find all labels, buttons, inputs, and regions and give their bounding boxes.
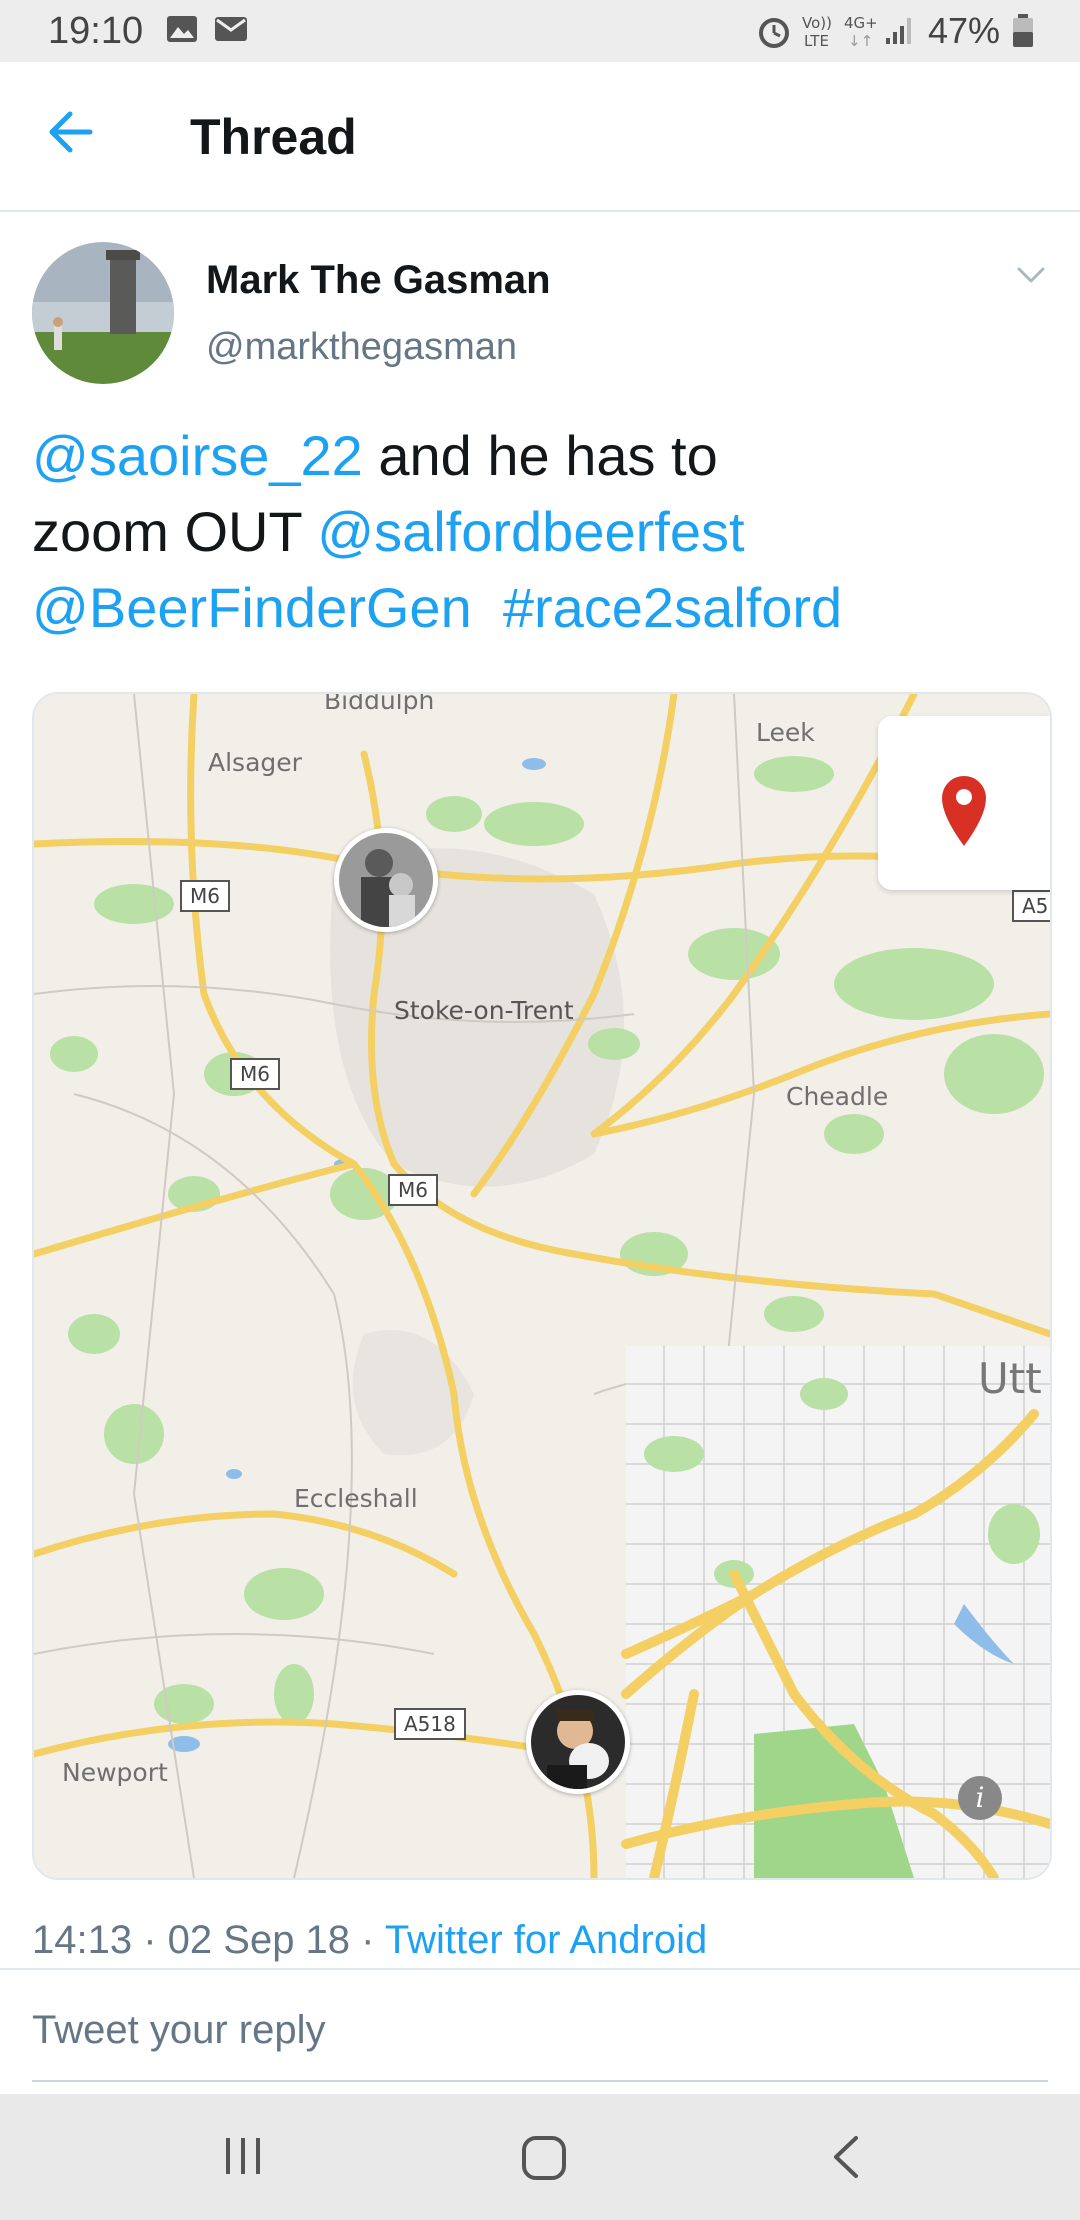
svg-text:Vo)): Vo)) bbox=[802, 14, 832, 32]
chevron-down-icon[interactable] bbox=[1016, 266, 1046, 286]
mention-link[interactable]: @saoirse_22 bbox=[32, 424, 363, 487]
image-icon bbox=[167, 16, 197, 42]
recents-icon[interactable] bbox=[222, 2134, 266, 2178]
map-avatar-marker[interactable] bbox=[334, 828, 438, 932]
tweet-client-link[interactable]: Twitter for Android bbox=[385, 1918, 707, 1962]
battery-percentage: 47% bbox=[928, 10, 1001, 51]
meta-separator: · bbox=[132, 1918, 168, 1962]
map-avatar-marker[interactable] bbox=[526, 1690, 630, 1794]
tweet-meta: 14:13 · 02 Sep 18 · Twitter for Android bbox=[32, 1918, 707, 1963]
map-place-label: Alsager bbox=[208, 748, 302, 777]
signal-icon bbox=[886, 18, 911, 44]
hashtag-link[interactable]: #race2salford bbox=[503, 576, 842, 639]
road-badge: M6 bbox=[230, 1058, 280, 1090]
avatar[interactable] bbox=[32, 242, 174, 384]
status-bar: 19:10 Vo)) LTE 4G+ ↓↑ 47% bbox=[0, 0, 1080, 62]
map-place-label: Newport bbox=[62, 1758, 168, 1787]
svg-text:4G+: 4G+ bbox=[844, 14, 876, 32]
road-badge: M6 bbox=[388, 1174, 438, 1206]
author-handle[interactable]: @markthegasman bbox=[206, 326, 517, 369]
4g-icon: 4G+ ↓↑ bbox=[844, 14, 876, 50]
back-icon[interactable] bbox=[830, 2134, 862, 2180]
arrow-left-icon[interactable] bbox=[46, 110, 94, 154]
map-card[interactable]: Biddulph Leek Alsager Stoke-on-Trent Che… bbox=[32, 692, 1052, 1880]
alarm-icon bbox=[759, 18, 789, 48]
svg-text:LTE: LTE bbox=[804, 32, 829, 50]
reply-input[interactable]: Tweet your reply bbox=[32, 2008, 325, 2053]
map-place-label: Utt bbox=[978, 1354, 1042, 1403]
location-pin-icon bbox=[942, 776, 986, 846]
email-icon bbox=[215, 17, 247, 41]
map-place-label: Eccleshall bbox=[294, 1484, 418, 1513]
tweet-date: 02 Sep 18 bbox=[167, 1918, 351, 1962]
mention-link[interactable]: @salfordbeerfest bbox=[317, 500, 744, 563]
map-place-label: Leek bbox=[756, 718, 815, 747]
map-place-label: Stoke-on-Trent bbox=[394, 996, 574, 1025]
app-bar: Thread bbox=[0, 62, 1080, 212]
avatar-photo bbox=[531, 1695, 625, 1789]
avatar-photo bbox=[32, 242, 174, 384]
avatar-photo bbox=[339, 833, 433, 927]
svg-text:↓↑: ↓↑ bbox=[848, 32, 873, 50]
tweet-text-segment: and he has to bbox=[362, 424, 718, 487]
mention-link[interactable]: @BeerFinderGen bbox=[32, 576, 472, 639]
navigation-bar bbox=[0, 2094, 1080, 2220]
tweet-time: 14:13 bbox=[32, 1918, 133, 1962]
map-place-label: Cheadle bbox=[786, 1082, 889, 1111]
volte-icon: Vo)) LTE bbox=[802, 14, 832, 50]
reply-bar[interactable]: Tweet your reply bbox=[0, 1968, 1080, 2082]
road-badge: M6 bbox=[180, 880, 230, 912]
status-time: 19:10 bbox=[48, 10, 144, 52]
reply-underline bbox=[32, 2080, 1048, 2082]
road-badge: A5 bbox=[1012, 890, 1050, 922]
map-place-label: Biddulph bbox=[324, 692, 435, 715]
battery-icon bbox=[1013, 14, 1033, 47]
location-pin-button[interactable] bbox=[878, 716, 1050, 890]
road-badge: A518 bbox=[394, 1708, 466, 1740]
home-icon[interactable] bbox=[520, 2134, 568, 2182]
meta-separator: · bbox=[350, 1918, 385, 1962]
author-name[interactable]: Mark The Gasman bbox=[206, 258, 551, 303]
tweet-text: @saoirse_22 and he has to zoom OUT @salf… bbox=[32, 418, 1032, 646]
tweet-text-segment: zoom OUT bbox=[32, 500, 318, 563]
info-icon[interactable]: i bbox=[958, 1776, 1002, 1820]
page-title: Thread bbox=[190, 109, 357, 165]
